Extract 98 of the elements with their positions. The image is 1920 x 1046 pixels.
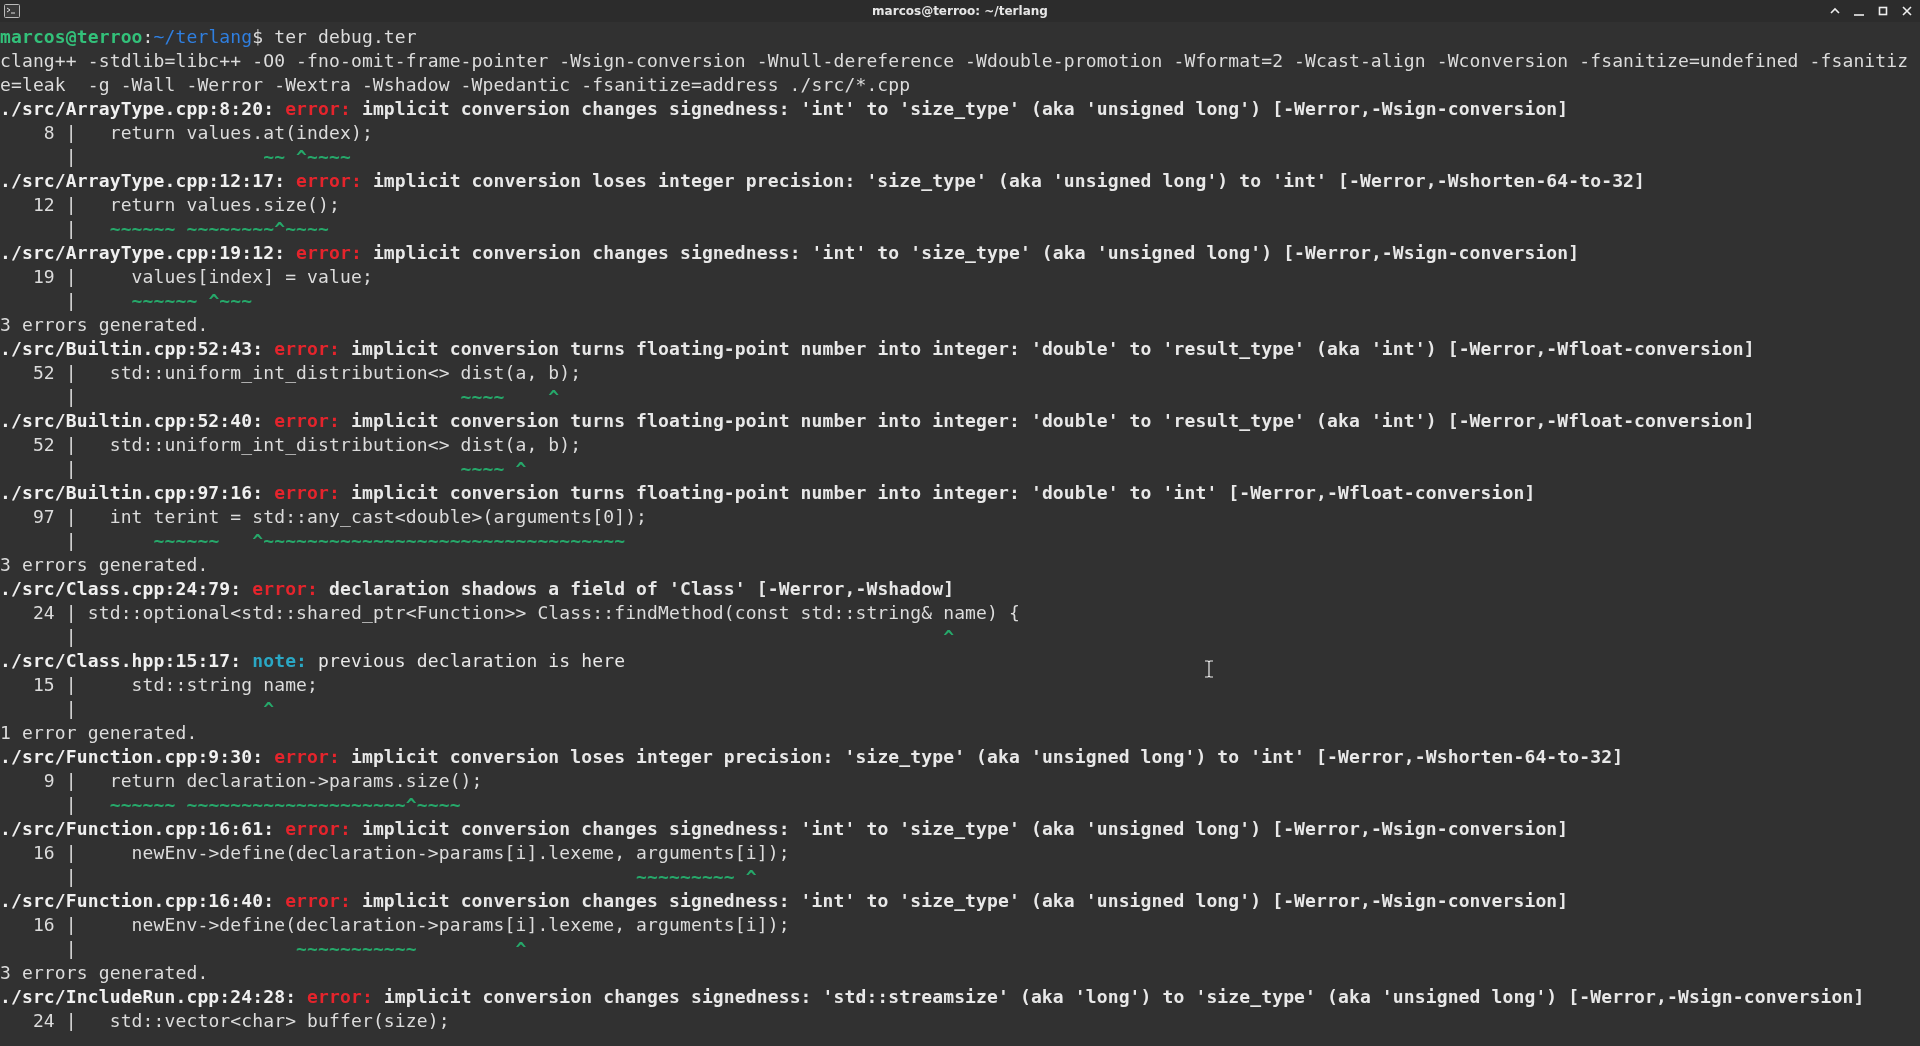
source-code: std::uniform_int_distribution<> dist(a, b); <box>108 434 582 455</box>
caret-marker: ~~~~ ^ <box>459 386 560 407</box>
diagnostic-message: implicit conversion changes signedness: 'int' to 'size_type' (aka 'unsigned long') [-Werror,-Wsign-conversion] <box>361 890 1569 911</box>
line-number-gutter: 8 | <box>42 122 77 143</box>
severity-label: error: <box>252 578 319 599</box>
caret-marker: ~~~~~~~~~ ^ <box>635 866 757 887</box>
source-code: std::optional<std::shared_ptr<Function>> Class::findMethod(const std::string& name) { <box>86 602 1020 623</box>
line-number-gutter: 24 | <box>31 1010 77 1031</box>
file-location: ./src/Class.hpp:15:17: <box>0 650 242 671</box>
file-location: ./src/ArrayType.cpp:12:17: <box>0 170 286 191</box>
output-text: 3 errors generated. <box>0 314 209 335</box>
caret-marker: ~~~~~~ ~~~~~~~~^~~~~ <box>108 218 330 239</box>
line-number-gutter: 24 | <box>31 602 77 623</box>
gutter-text: | <box>64 290 77 311</box>
source-code: newEnv->define(declaration->params[i].lexeme, arguments[i]); <box>130 914 790 935</box>
severity-label: note: <box>252 650 308 671</box>
source-code: newEnv->define(declaration->params[i].lexeme, arguments[i]); <box>130 842 790 863</box>
source-code: values[index] = value; <box>130 266 373 287</box>
severity-label: error: <box>296 242 362 263</box>
diagnostic-message: declaration shadows a field of 'Class' [-Werror,-Wshadow] <box>329 578 955 599</box>
source-code: return declaration->params.size(); <box>108 770 483 791</box>
source-code: std::string name; <box>130 674 319 695</box>
caret-marker: ~~~~ ^ <box>459 458 527 479</box>
output-text: 1 error generated. <box>0 722 198 743</box>
gutter-text: | <box>64 386 77 407</box>
caret-marker: ^ <box>942 626 955 647</box>
source-code: int terint = std::any_cast<double>(arguments[0]); <box>108 506 648 527</box>
command-text: $ ter debug.ter <box>252 26 417 47</box>
file-location: ./src/Builtin.cpp:97:16: <box>0 482 264 503</box>
diagnostic-message: implicit conversion turns floating-point number into integer: 'double' to 'int' [-Werror,-Wfloat-conversion] <box>350 482 1536 503</box>
gutter-text: | <box>64 698 77 719</box>
file-location: ./src/Function.cpp:9:30: <box>0 746 264 767</box>
gutter-text: | <box>64 458 77 479</box>
caret-marker: ~~~~~~ ^~~~~~~~~~~~~~~~~~~~~~~~~~~~~~~~~~ <box>152 530 626 551</box>
gutter-text: | <box>64 626 77 647</box>
file-location: ./src/Function.cpp:16:40: <box>0 890 275 911</box>
diagnostic-message: implicit conversion changes signedness: 'std::streamsize' (aka 'long') to 'size_type' (aka 'unsigned long') [-Werror,-Wsign-conversion] <box>383 986 1865 1007</box>
gutter-text: | <box>64 218 77 239</box>
severity-label: error: <box>274 482 340 503</box>
line-number-gutter: 15 | <box>31 674 77 695</box>
file-location: ./src/IncludeRun.cpp:24:28: <box>0 986 297 1007</box>
line-number-gutter: 12 | <box>31 194 77 215</box>
diagnostic-message: implicit conversion loses integer precision: 'size_type' (aka 'unsigned long') to 'int' [-Werror,-Wshorten-64-to-32] <box>350 746 1624 767</box>
severity-label: error: <box>274 410 340 431</box>
diagnostic-message: previous declaration is here <box>318 650 626 671</box>
severity-label: error: <box>296 170 362 191</box>
file-location: ./src/Function.cpp:16:61: <box>0 818 275 839</box>
severity-label: error: <box>274 746 340 767</box>
line-number-gutter: 19 | <box>31 266 77 287</box>
output-text: clang++ -stdlib=libc++ -O0 -fno-omit-frame-pointer -Wsign-conversion -Wnull-dereference -Wdouble-promotion -Wformat=2 -Wcast-align -Wconversion -fsanitize=undefined -fsanitiz <box>0 50 1909 71</box>
severity-label: error: <box>274 338 340 359</box>
line-number-gutter: 16 | <box>31 914 77 935</box>
prompt-path: ~/terlang <box>153 26 253 47</box>
diagnostic-message: implicit conversion loses integer precision: 'size_type' (aka 'unsigned long') to 'int' [-Werror,-Wshorten-64-to-32] <box>372 170 1646 191</box>
line-number-gutter: 97 | <box>31 506 77 527</box>
line-number-gutter: 9 | <box>42 770 77 791</box>
diagnostic-message: implicit conversion changes signedness: 'int' to 'size_type' (aka 'unsigned long') [-Werror,-Wsign-conversion] <box>372 242 1580 263</box>
gutter-text: | <box>64 530 77 551</box>
gutter-text: | <box>64 794 77 815</box>
source-code: return values.at(index); <box>108 122 373 143</box>
output-text: e=leak -g -Wall -Werror -Wextra -Wshadow -Wpedantic -fsanitize=address ./src/*.cpp <box>0 74 911 95</box>
source-code: std::uniform_int_distribution<> dist(a, b); <box>108 362 582 383</box>
caret-marker: ~~~~~~ ^~~~ <box>130 290 253 311</box>
file-location: ./src/Class.cpp:24:79: <box>0 578 242 599</box>
close-icon <box>1901 5 1913 17</box>
output-text: 3 errors generated. <box>0 962 209 983</box>
severity-label: error: <box>285 98 351 119</box>
line-number-gutter: 16 | <box>31 842 77 863</box>
file-location: ./src/ArrayType.cpp:19:12: <box>0 242 286 263</box>
source-code: return values.size(); <box>108 194 340 215</box>
text-cursor-icon <box>1204 660 1214 678</box>
severity-label: error: <box>285 890 351 911</box>
diagnostic-message: implicit conversion turns floating-point number into integer: 'double' to 'result_type' (aka 'int') [-Werror,-Wfloat-conversion] <box>350 338 1755 359</box>
file-location: ./src/ArrayType.cpp:8:20: <box>0 98 275 119</box>
source-code: std::vector<char> buffer(size); <box>108 1010 450 1031</box>
minimize-icon <box>1854 14 1864 16</box>
diagnostic-message: implicit conversion turns floating-point number into integer: 'double' to 'result_type' (aka 'int') [-Werror,-Wfloat-conversion] <box>350 410 1755 431</box>
caret-marker: ~~~~~~~~~~~ ^ <box>295 938 527 959</box>
output-text: 3 errors generated. <box>0 554 209 575</box>
caret-marker: ~~~~~~ ~~~~~~~~~~~~~~~~~~~~^~~~~ <box>108 794 461 815</box>
caret-marker: ~~ ^~~~~ <box>262 146 351 167</box>
gutter-text: | <box>64 866 77 887</box>
window-title: marcos@terroo: ~/terlang <box>872 4 1048 18</box>
maximize-icon <box>1877 5 1889 17</box>
terminal-icon <box>4 4 20 18</box>
diagnostic-message: implicit conversion changes signedness: 'int' to 'size_type' (aka 'unsigned long') [-Werror,-Wsign-conversion] <box>361 818 1569 839</box>
prompt-user: marcos@terroo <box>0 26 143 47</box>
prompt-separator: : <box>142 26 154 47</box>
diagnostic-message: implicit conversion changes signedness: 'int' to 'size_type' (aka 'unsigned long') [-Werror,-Wsign-conversion] <box>361 98 1569 119</box>
gutter-text: | <box>64 938 77 959</box>
line-number-gutter: 52 | <box>31 434 77 455</box>
file-location: ./src/Builtin.cpp:52:40: <box>0 410 264 431</box>
severity-label: error: <box>285 818 351 839</box>
caret-marker: ^ <box>262 698 275 719</box>
severity-label: error: <box>307 986 373 1007</box>
file-location: ./src/Builtin.cpp:52:43: <box>0 338 264 359</box>
gutter-text: | <box>64 146 77 167</box>
line-number-gutter: 52 | <box>31 362 77 383</box>
